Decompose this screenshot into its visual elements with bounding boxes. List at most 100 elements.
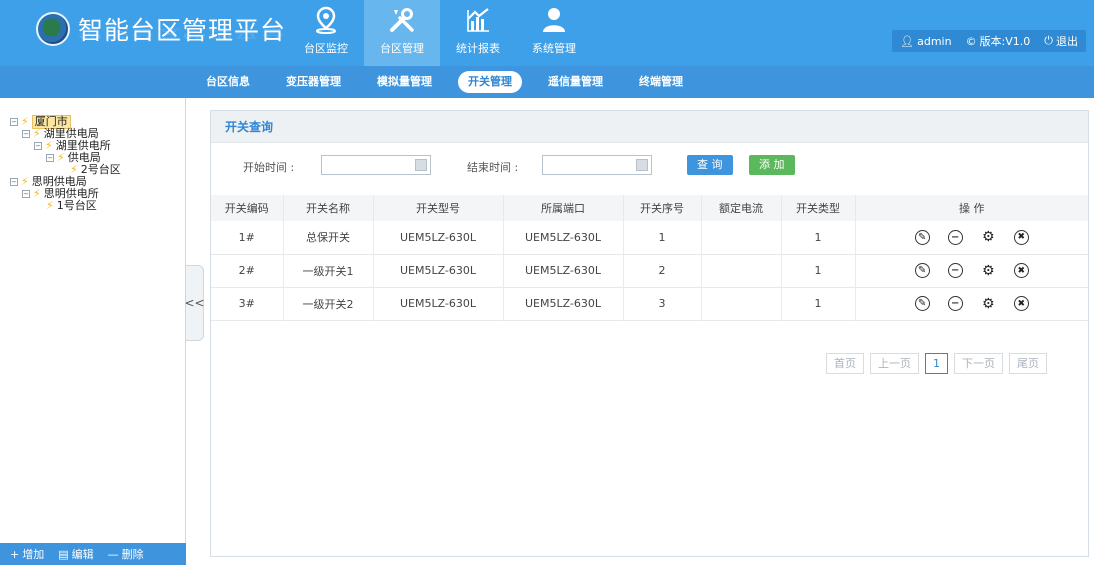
lightning-icon: ⚡ [46,199,54,212]
cell-rated-current [700,287,781,320]
column-header: 开关类型 [780,195,855,221]
last-page-button[interactable]: 尾页 [1009,353,1047,374]
lightning-icon: ⚡ [33,127,41,140]
cell-code: 2# [238,264,255,277]
tab-analog[interactable]: 模拟量管理 [367,71,442,93]
tab-remote-signal[interactable]: 遥信量管理 [538,71,613,93]
start-time-input[interactable] [321,155,431,175]
sidebar: − ⚡ 厦门市 − ⚡ 湖里供电局 − ⚡ 湖里供电所 − ⚡ 供电局 ⚡ 2号… [0,98,186,565]
table-row[interactable]: 1# 总保开关 UEM5LZ-630L UEM5LZ-630L 1 1 ✎ − … [211,221,1088,254]
table-row[interactable]: 3# 一级开关2 UEM5LZ-630L UEM5LZ-630L 3 1 ✎ −… [211,287,1088,320]
nav-label: 台区监控 [304,42,348,55]
current-page[interactable]: 1 [925,353,948,374]
power-icon: ⏻ [1044,34,1053,47]
query-form: 开始时间 : 结束时间 : 查 询 添 加 [211,147,1088,187]
collapse-toggle-icon[interactable]: − [34,142,42,150]
nav-label: 台区管理 [380,42,424,55]
cell-rated-current [700,221,781,254]
column-header: 额定电流 [700,195,781,221]
settings-gear-icon[interactable]: ⚙ [980,263,996,279]
end-time-label: 结束时间 : [467,161,519,174]
collapse-toggle-icon[interactable]: − [46,154,54,162]
nav-item-monitor[interactable]: 台区监控 [288,0,364,66]
edit-label: 编辑 [71,548,94,561]
cell-name: 一级开关2 [282,287,373,320]
tab-terminal[interactable]: 终端管理 [629,71,693,93]
nav-item-reports[interactable]: 统计报表 [440,0,516,66]
edit-pencil-icon[interactable]: ✎ [914,263,930,278]
calendar-icon[interactable] [636,159,648,171]
delete-node-button[interactable]: — 删除 [108,546,144,562]
collapse-toggle-icon[interactable]: − [10,178,18,186]
copyright-icon: © [965,34,977,48]
edit-pencil-icon[interactable]: ✎ [914,229,930,245]
tools-icon[interactable]: ✖ [1013,229,1029,245]
plus-icon: + [10,547,20,561]
cell-code: 1# [238,230,255,244]
nav-item-system[interactable]: 系统管理 [516,0,592,66]
location-pin-icon [312,6,340,34]
column-header: 操 作 [854,195,1088,221]
nav-label: 统计报表 [456,42,500,55]
collapse-toggle-icon[interactable]: − [22,130,30,138]
prev-page-button[interactable]: 上一页 [870,353,919,374]
collapse-toggle-icon[interactable]: − [10,118,18,126]
tab-transformer[interactable]: 变压器管理 [276,71,351,93]
column-header: 开关型号 [372,195,503,221]
edit-node-button[interactable]: ▤ 编辑 [58,546,93,562]
bar-chart-icon [464,6,492,34]
cell-code: 3# [238,297,255,310]
panel-title: 开关查询 [211,111,1088,143]
document-icon: ▤ [58,547,69,561]
app-title-reflection: 智能台区管理平台 [78,26,287,40]
cell-model: UEM5LZ-630L [372,287,503,320]
cell-type: 1 [780,287,855,320]
add-button[interactable]: 添 加 [749,155,795,175]
sub-nav: 台区信息 变压器管理 模拟量管理 开关管理 遥信量管理 终端管理 [0,66,1094,98]
cell-actions: ✎ − ⚙ ✖ [854,221,1088,254]
settings-gear-icon[interactable]: ⚙ [980,296,996,312]
remove-icon[interactable]: − [947,229,963,245]
logout-button[interactable]: ⏻ 退出 [1044,33,1078,49]
logo-icon [36,12,70,46]
delete-label: 删除 [121,548,144,561]
tree-node[interactable]: ⚡ 1号台区 [10,200,121,212]
tools-icon[interactable]: ✖ [1013,296,1029,311]
user-account[interactable]: 👤︎ admin [900,35,951,48]
edit-pencil-icon[interactable]: ✎ [914,296,930,311]
cell-seq: 3 [622,287,701,320]
collapse-toggle-icon[interactable]: − [22,190,30,198]
cell-name: 一级开关1 [282,254,373,287]
cell-port: UEM5LZ-630L [502,254,623,287]
tab-switch[interactable]: 开关管理 [458,71,522,93]
remove-icon[interactable]: − [947,296,963,311]
lightning-icon: ⚡ [33,187,41,200]
sidebar-toolbar: + 增加 ▤ 编辑 — 删除 [0,543,186,565]
cell-actions: ✎ − ⚙ ✖ [854,287,1088,320]
cell-model: UEM5LZ-630L [372,221,503,254]
cell-type: 1 [780,221,855,254]
switch-table: 开关编码 开关名称 开关型号 所属端口 开关序号 额定电流 开关类型 操 作 1… [211,195,1088,321]
settings-gear-icon[interactable]: ⚙ [980,229,996,245]
first-page-button[interactable]: 首页 [826,353,864,374]
start-time-label: 开始时间 : [243,161,295,174]
cell-port: UEM5LZ-630L [502,221,623,254]
add-node-button[interactable]: + 增加 [10,546,44,562]
nav-label: 系统管理 [532,42,576,55]
version-text: 版本:V1.0 [979,35,1031,48]
query-button[interactable]: 查 询 [687,155,733,175]
tree-node[interactable]: − ⚡ 湖里供电所 [10,140,121,152]
end-time-input[interactable] [542,155,652,175]
tools-icon[interactable]: ✖ [1013,263,1029,278]
tab-area-info[interactable]: 台区信息 [196,71,260,93]
cell-rated-current [700,254,781,287]
calendar-icon[interactable] [415,159,427,171]
remove-icon[interactable]: − [947,263,963,278]
table-row[interactable]: 2# 一级开关1 UEM5LZ-630L UEM5LZ-630L 2 1 ✎ −… [211,254,1088,287]
nav-item-management[interactable]: 台区管理 [364,0,440,66]
cell-port: UEM5LZ-630L [502,287,623,320]
cell-actions: ✎ − ⚙ ✖ [854,254,1088,287]
main-nav: 台区监控 台区管理 统计报表 系统管理 [288,0,592,66]
sidebar-collapse-button[interactable]: << [184,265,205,341]
next-page-button[interactable]: 下一页 [954,353,1003,374]
